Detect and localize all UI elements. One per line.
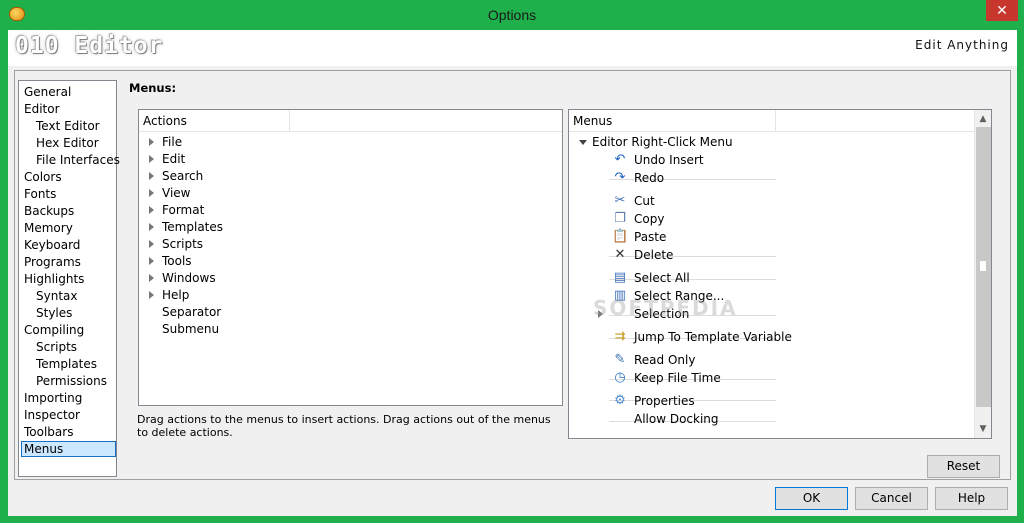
action-label: Windows	[162, 271, 216, 285]
scrollbar-thumb[interactable]	[979, 260, 987, 272]
menu-item-label: Properties	[634, 394, 695, 408]
nav-item-inspector[interactable]: Inspector	[22, 407, 82, 423]
help-button[interactable]: Help	[935, 487, 1008, 510]
options-window: Options ✕ 010 Editor Edit Anything Gener…	[0, 0, 1024, 523]
action-label: Search	[162, 169, 204, 183]
nav-item-editor[interactable]: Editor	[22, 101, 62, 117]
expand-arrow-icon[interactable]	[149, 291, 154, 299]
undo-icon: ↶	[614, 152, 626, 167]
nav-item-menus[interactable]: Menus	[21, 441, 116, 457]
cut-icon: ✂	[614, 193, 626, 208]
nav-item-text-editor[interactable]: Text Editor	[34, 118, 102, 134]
select-all-icon: ▤	[613, 270, 627, 285]
nav-item-highlights[interactable]: Highlights	[22, 271, 86, 287]
product-logo: 010 Editor	[15, 33, 164, 59]
action-label: Tools	[162, 254, 192, 268]
banner-tagline: Edit Anything	[915, 38, 1009, 52]
action-label: Help	[162, 288, 190, 302]
nav-item-templates[interactable]: Templates	[34, 356, 99, 372]
menu-item-label: Paste	[634, 230, 667, 244]
column-divider[interactable]	[775, 110, 776, 132]
nav-item-memory[interactable]: Memory	[22, 220, 75, 236]
menu-item-label: Copy	[634, 212, 665, 226]
nav-item-backups[interactable]: Backups	[22, 203, 76, 219]
dialog-client-area: 010 Editor Edit Anything General Editor Te…	[8, 30, 1017, 516]
expand-arrow-icon[interactable]	[149, 274, 154, 282]
cancel-button[interactable]: Cancel	[855, 487, 928, 510]
scroll-down-arrow-icon[interactable]: ▼	[975, 421, 991, 437]
action-label: Separator	[162, 305, 222, 319]
menu-item-label: Keep File Time	[634, 371, 721, 385]
actions-list[interactable]: Actions File Edit Search View Format Template…	[138, 109, 563, 406]
vertical-scrollbar[interactable]: ▲ ▼	[974, 110, 991, 438]
reset-button[interactable]: Reset	[927, 455, 1000, 478]
nav-item-general[interactable]: General	[22, 84, 73, 100]
nav-item-colors[interactable]: Colors	[22, 169, 64, 185]
properties-icon: ⚙	[614, 393, 626, 408]
expand-arrow-icon[interactable]	[149, 240, 154, 248]
tree-root-label: Editor Right-Click Menu	[592, 135, 733, 149]
title-bar[interactable]: Options ✕	[0, 0, 1024, 30]
menus-tree[interactable]: Menus Editor Right-Click Menu ↶ Undo Inse…	[568, 109, 992, 439]
action-label: Submenu	[162, 322, 220, 336]
scroll-up-arrow-icon[interactable]: ▲	[975, 111, 991, 127]
help-hint: Drag actions to the menus to insert acti…	[137, 413, 551, 439]
nav-item-compiling[interactable]: Compiling	[22, 322, 86, 338]
column-divider[interactable]	[289, 110, 290, 132]
expand-arrow-icon[interactable]	[149, 206, 154, 214]
keep-file-time-icon: ◷	[614, 370, 626, 385]
expand-arrow-icon[interactable]	[149, 155, 154, 163]
watermark: SOFTPEDIA	[593, 296, 738, 320]
nav-item-hex-editor[interactable]: Hex Editor	[34, 135, 101, 151]
window-title: Options	[487, 7, 537, 23]
page-title: Menus:	[129, 81, 177, 95]
category-tree[interactable]: General Editor Text Editor Hex Editor File I…	[18, 80, 120, 477]
nav-item-styles[interactable]: Styles	[34, 305, 74, 321]
menu-item-label: Undo Insert	[634, 153, 704, 167]
nav-item-keyboard[interactable]: Keyboard	[22, 237, 82, 253]
close-button[interactable]: ✕	[986, 0, 1018, 21]
menu-item-label: Select All	[634, 271, 690, 285]
delete-icon: ✕	[614, 247, 626, 262]
read-only-icon: ✎	[614, 352, 626, 367]
paste-icon: 📋	[612, 229, 629, 244]
nav-item-file-interfaces[interactable]: File Interfaces	[34, 152, 122, 168]
collapse-arrow-icon[interactable]	[579, 140, 587, 145]
menu-item-label: Cut	[634, 194, 655, 208]
menu-item-label: Redo	[634, 171, 665, 185]
nav-item-toolbars[interactable]: Toolbars	[22, 424, 75, 440]
template-variable-icon: ⇉	[614, 329, 626, 344]
menus-header-label: Menus	[573, 114, 613, 128]
expand-arrow-icon[interactable]	[149, 189, 154, 197]
nav-item-syntax[interactable]: Syntax	[34, 288, 79, 304]
ok-button[interactable]: OK	[775, 487, 848, 510]
banner: 010 Editor Edit Anything	[8, 30, 1017, 66]
menu-item-label: Read Only	[634, 353, 696, 367]
nav-item-importing[interactable]: Importing	[22, 390, 84, 406]
menus-column-header[interactable]: Menus	[569, 110, 976, 132]
copy-icon: ❐	[614, 211, 626, 226]
action-label: View	[162, 186, 191, 200]
nav-item-permissions[interactable]: Permissions	[34, 373, 109, 389]
action-label: File	[162, 135, 183, 149]
action-label: Scripts	[162, 237, 204, 251]
nav-item-scripts[interactable]: Scripts	[34, 339, 79, 355]
expand-arrow-icon[interactable]	[149, 257, 154, 265]
expand-arrow-icon[interactable]	[149, 172, 154, 180]
menu-item-label: Jump To Template Variable	[634, 330, 792, 344]
expand-arrow-icon[interactable]	[149, 223, 154, 231]
menu-item-label: Allow Docking	[634, 412, 719, 426]
action-label: Format	[162, 203, 205, 217]
expand-arrow-icon[interactable]	[149, 138, 154, 146]
action-label: Templates	[162, 220, 224, 234]
actions-column-header[interactable]: Actions	[139, 110, 562, 132]
menu-item-label: Delete	[634, 248, 674, 262]
action-label: Edit	[162, 152, 186, 166]
actions-header-label: Actions	[143, 114, 187, 128]
redo-icon: ↷	[614, 170, 626, 185]
nav-item-programs[interactable]: Programs	[22, 254, 83, 270]
nav-item-fonts[interactable]: Fonts	[22, 186, 58, 202]
